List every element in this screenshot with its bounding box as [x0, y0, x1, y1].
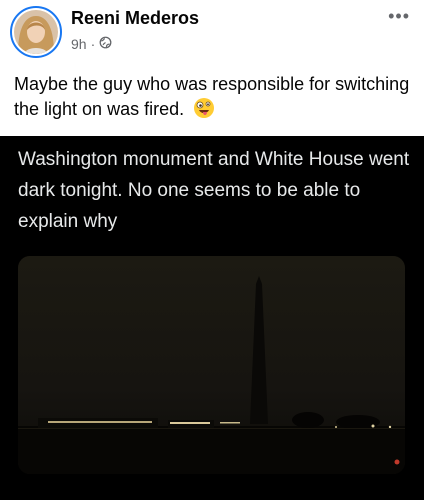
globe-icon[interactable] [99, 36, 112, 52]
monument-photo[interactable] [18, 256, 405, 474]
shared-media[interactable]: Washington monument and White House went… [0, 136, 424, 500]
post-header: Reeni Mederos 9h · ••• [0, 0, 424, 70]
media-caption: Washington monument and White House went… [18, 149, 410, 232]
profile-photo-image [14, 10, 58, 54]
profile-photo [14, 10, 58, 54]
night-skyline-image [18, 256, 405, 474]
post-text: Maybe the guy who was responsible for sw… [14, 72, 410, 126]
post-time[interactable]: 9h [71, 36, 87, 52]
zany-face-emoji [193, 97, 215, 126]
avatar[interactable] [10, 6, 62, 58]
more-options-icon[interactable]: ••• [388, 6, 410, 27]
post-meta: 9h · [71, 36, 112, 52]
author-name[interactable]: Reeni Mederos [71, 8, 199, 29]
meta-separator: · [90, 36, 96, 52]
